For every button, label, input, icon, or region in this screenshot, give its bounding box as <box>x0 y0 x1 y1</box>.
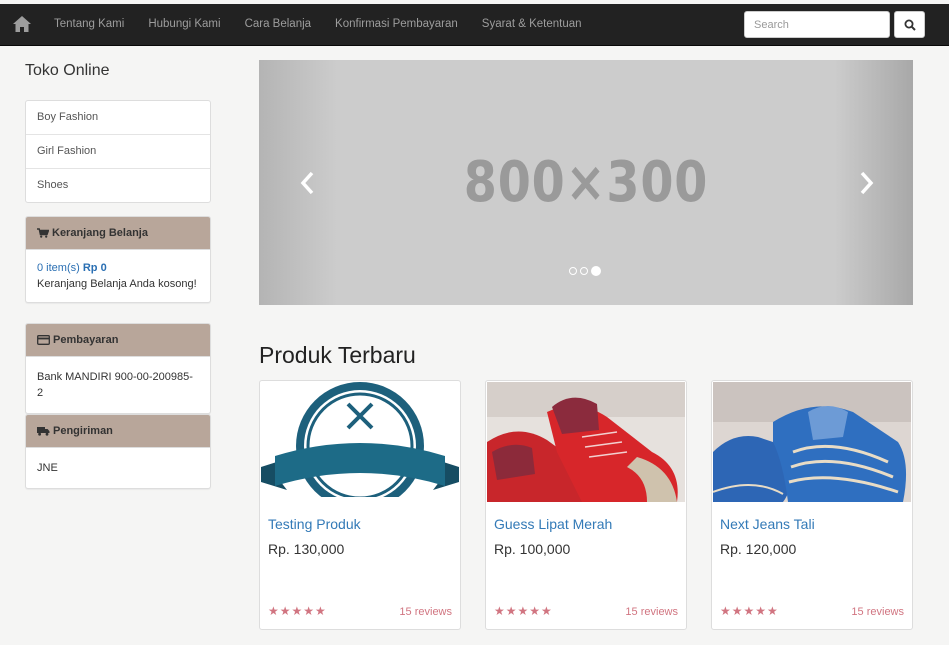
product-card: Testing Produk Rp. 130,000 ★★★★★ 15 revi… <box>259 380 461 630</box>
category-list: Boy Fashion Girl Fashion Shoes <box>25 100 211 203</box>
truck-icon <box>37 427 50 436</box>
shipping-panel: Pengiriman JNE <box>25 414 211 489</box>
product-name[interactable]: Testing Produk <box>268 516 361 532</box>
image-carousel[interactable]: 800×300 <box>259 60 913 305</box>
carousel-indicator-3[interactable] <box>591 266 601 276</box>
category-item-shoes[interactable]: Shoes <box>26 168 210 202</box>
cart-panel-body: 0 item(s) Rp 0 Keranjang Belanja Anda ko… <box>26 250 210 302</box>
cart-panel-title: Keranjang Belanja <box>52 227 148 239</box>
payment-panel: Pembayaran Bank MANDIRI 900-00-200985-2 <box>25 323 211 414</box>
navbar: Tentang Kami Hubungi Kami Cara Belanja K… <box>0 4 949 46</box>
product-image[interactable] <box>713 382 911 502</box>
shipping-courier: JNE <box>37 462 58 474</box>
shipping-panel-body: JNE <box>26 448 210 488</box>
credit-card-icon <box>37 335 50 345</box>
rating-stars: ★★★★★ <box>268 604 327 618</box>
nav-link-tentang-kami[interactable]: Tentang Kami <box>42 4 136 45</box>
product-card: Guess Lipat Merah Rp. 100,000 ★★★★★ 15 r… <box>485 380 687 630</box>
nav-link-hubungi-kami[interactable]: Hubungi Kami <box>136 4 232 45</box>
payment-bank-info: Bank MANDIRI 900-00-200985-2 <box>37 371 193 399</box>
carousel-indicator-2[interactable] <box>580 267 588 275</box>
nav-links: Tentang Kami Hubungi Kami Cara Belanja K… <box>42 4 594 45</box>
product-image[interactable] <box>261 382 459 502</box>
shipping-panel-header: Pengiriman <box>26 415 210 448</box>
carousel-next-icon[interactable] <box>853 168 879 198</box>
review-count: 15 reviews <box>851 606 904 618</box>
rating-stars: ★★★★★ <box>494 604 553 618</box>
nav-link-konfirmasi-pembayaran[interactable]: Konfirmasi Pembayaran <box>323 4 470 45</box>
category-item-boy-fashion[interactable]: Boy Fashion <box>26 101 210 134</box>
cart-panel: Keranjang Belanja 0 item(s) Rp 0 Keranja… <box>25 216 211 303</box>
product-name[interactable]: Guess Lipat Merah <box>494 516 612 532</box>
product-price: Rp. 100,000 <box>494 541 571 557</box>
shopping-cart-icon <box>37 228 49 238</box>
review-count: 15 reviews <box>625 606 678 618</box>
cart-empty-message: Keranjang Belanja Anda kosong! <box>37 278 197 290</box>
cart-total: Rp 0 <box>82 262 107 274</box>
payment-panel-header: Pembayaran <box>26 324 210 357</box>
home-icon[interactable] <box>12 15 32 33</box>
carousel-prev-icon[interactable] <box>295 168 321 198</box>
payment-panel-title: Pembayaran <box>53 334 119 346</box>
rating-stars: ★★★★★ <box>720 604 779 618</box>
product-card: Next Jeans Tali Rp. 120,000 ★★★★★ 15 rev… <box>711 380 913 630</box>
nav-link-syarat-ketentuan[interactable]: Syarat & Ketentuan <box>470 4 594 45</box>
search-button[interactable] <box>894 11 925 38</box>
product-price: Rp. 130,000 <box>268 541 345 557</box>
cart-panel-header: Keranjang Belanja <box>26 217 210 250</box>
search-icon <box>904 19 916 31</box>
carousel-indicators <box>569 266 601 276</box>
product-image[interactable] <box>487 382 685 502</box>
review-count: 15 reviews <box>399 606 452 618</box>
section-title: Produk Terbaru <box>259 342 416 368</box>
product-price: Rp. 120,000 <box>720 541 797 557</box>
carousel-indicator-1[interactable] <box>569 267 577 275</box>
nav-link-cara-belanja[interactable]: Cara Belanja <box>233 4 323 45</box>
site-title: Toko Online <box>25 62 110 79</box>
category-item-girl-fashion[interactable]: Girl Fashion <box>26 134 210 168</box>
search-input[interactable] <box>744 11 890 38</box>
payment-panel-body: Bank MANDIRI 900-00-200985-2 <box>26 357 210 413</box>
shipping-panel-title: Pengiriman <box>53 425 113 437</box>
cart-items-link[interactable]: 0 item(s) <box>37 262 80 274</box>
product-name[interactable]: Next Jeans Tali <box>720 516 815 532</box>
